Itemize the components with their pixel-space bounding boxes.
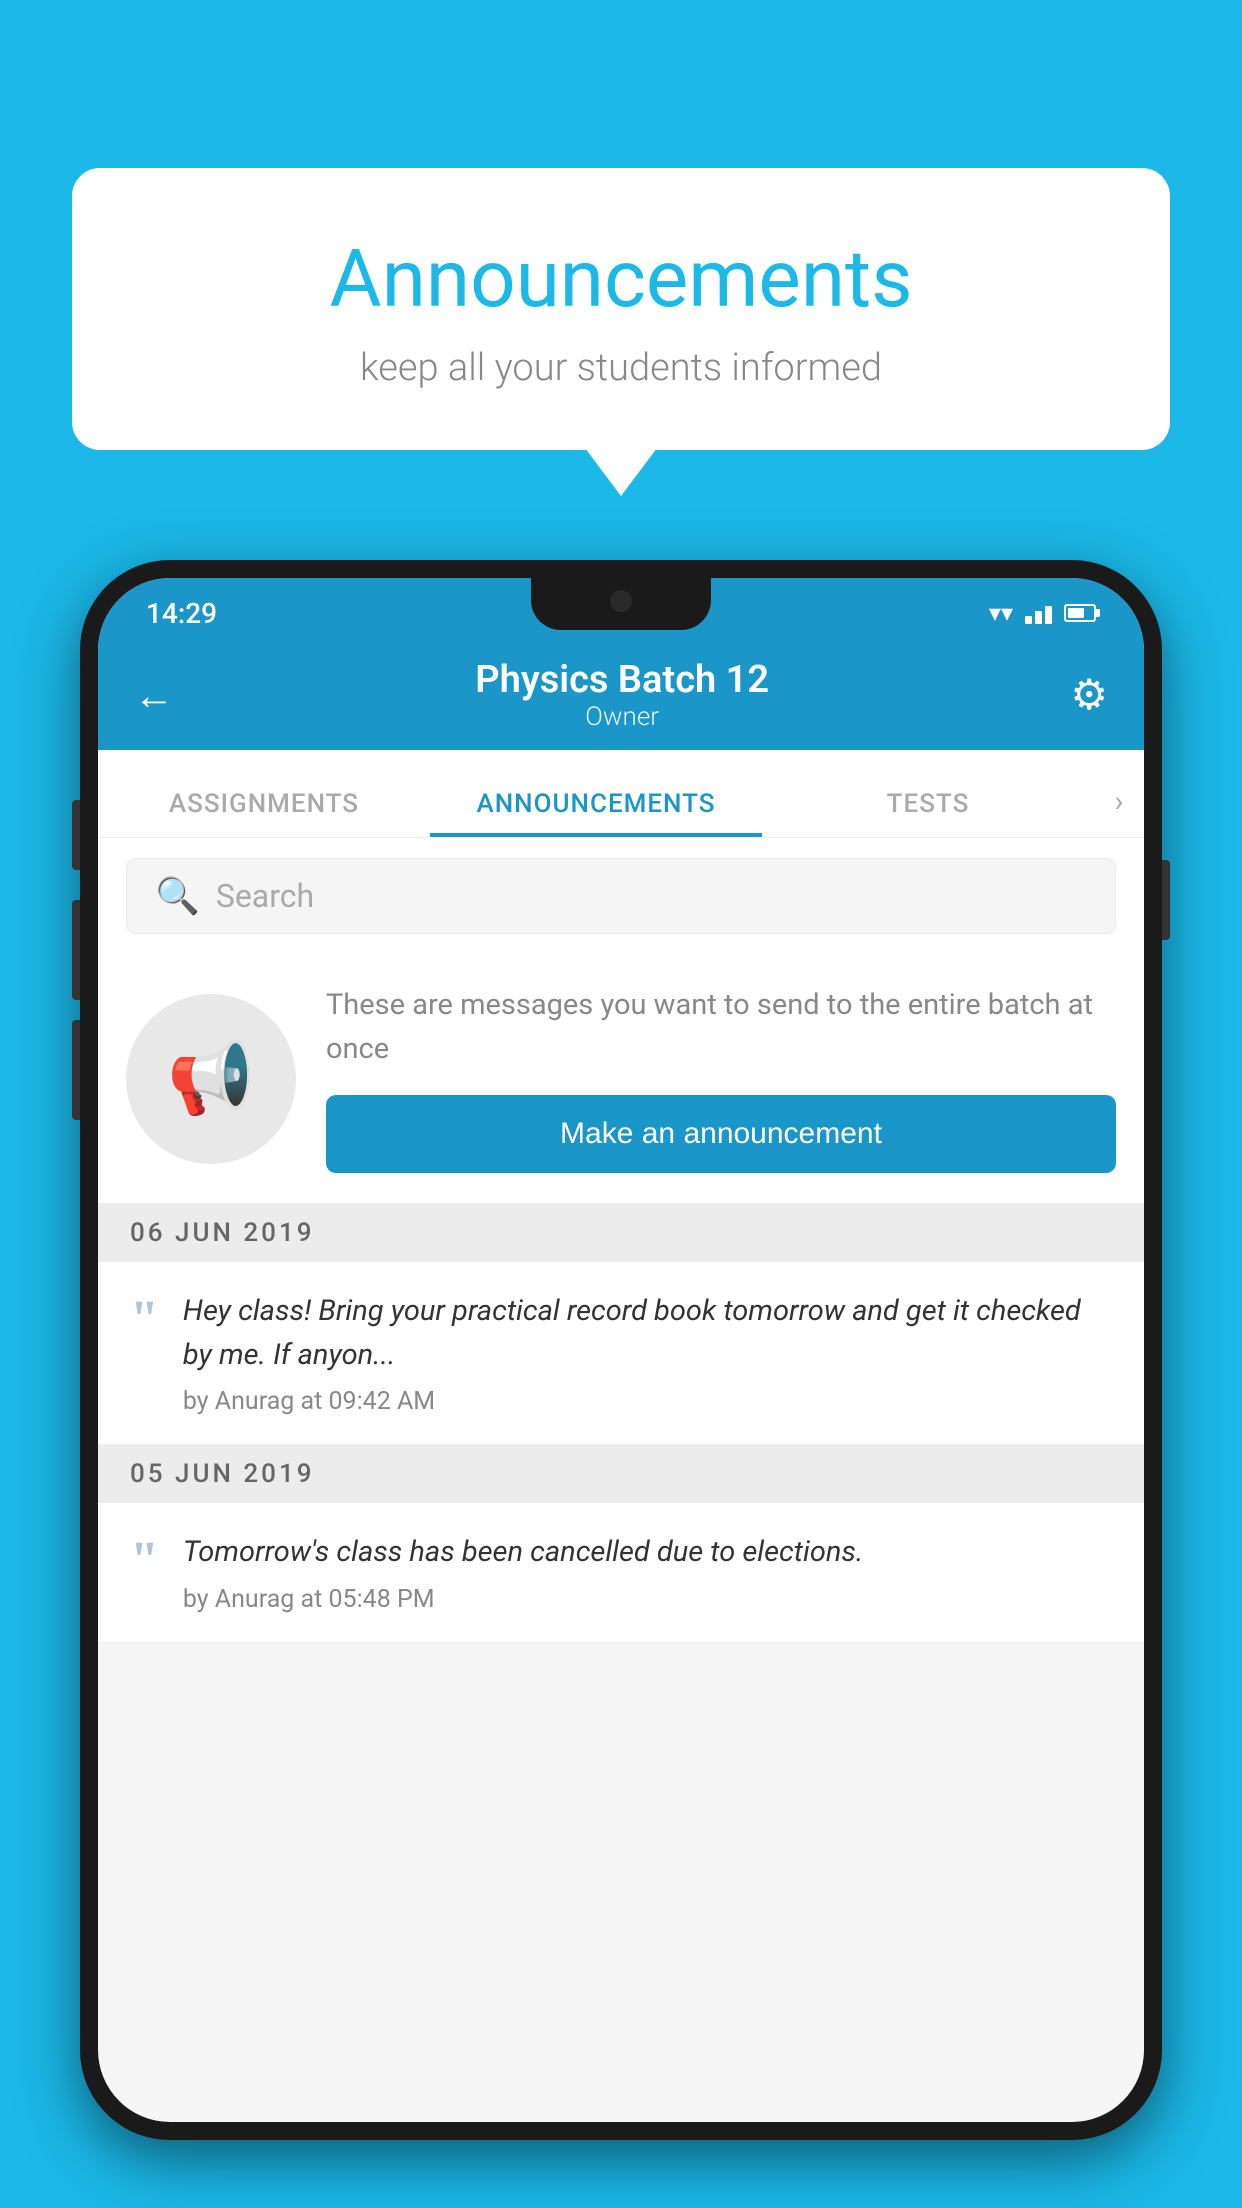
phone-notch [531, 578, 711, 630]
app-bar-center: Physics Batch 12 Owner [475, 658, 769, 732]
speech-bubble-title: Announcements [132, 232, 1110, 326]
announcement-text-2: Tomorrow's class has been cancelled due … [183, 1531, 1112, 1575]
quote-icon-1: " [130, 1294, 159, 1346]
status-time: 14:29 [146, 597, 217, 630]
announcement-text-1: Hey class! Bring your practical record b… [183, 1290, 1112, 1377]
phone-wrapper: 14:29 ▾▾ ← Physics Batch 12 [80, 560, 1162, 2208]
back-button[interactable]: ← [134, 672, 174, 719]
date-separator-1: 06 JUN 2019 [98, 1204, 1144, 1262]
power-button [1162, 860, 1170, 940]
promo-block: 📢 These are messages you want to send to… [98, 954, 1144, 1204]
settings-icon[interactable]: ⚙ [1070, 670, 1108, 720]
promo-icon-circle: 📢 [126, 994, 296, 1164]
quote-icon-2: " [130, 1535, 159, 1587]
promo-description: These are messages you want to send to t… [326, 984, 1116, 1071]
date-separator-2: 05 JUN 2019 [98, 1445, 1144, 1503]
announcement-item-2[interactable]: " Tomorrow's class has been cancelled du… [98, 1503, 1144, 1643]
wifi-icon: ▾▾ [989, 599, 1013, 627]
speech-bubble-subtitle: keep all your students informed [132, 346, 1110, 390]
promo-content: These are messages you want to send to t… [326, 984, 1116, 1173]
announcement-meta-1: by Anurag at 09:42 AM [183, 1387, 1112, 1416]
search-bar[interactable]: 🔍 Search [126, 858, 1116, 934]
tabs-bar: ASSIGNMENTS ANNOUNCEMENTS TESTS › [98, 750, 1144, 838]
speech-bubble: Announcements keep all your students inf… [72, 168, 1170, 450]
app-bar-subtitle: Owner [475, 702, 769, 732]
phone-screen: 14:29 ▾▾ ← Physics Batch 12 [98, 578, 1144, 2122]
search-input[interactable]: Search [216, 877, 314, 915]
announcement-item-1[interactable]: " Hey class! Bring your practical record… [98, 1262, 1144, 1445]
signal-icon [1025, 602, 1052, 624]
make-announcement-button[interactable]: Make an announcement [326, 1095, 1116, 1173]
volume-up-button [72, 800, 80, 870]
tab-assignments[interactable]: ASSIGNMENTS [98, 789, 430, 837]
tab-announcements[interactable]: ANNOUNCEMENTS [430, 789, 762, 837]
silent-button [72, 1020, 80, 1120]
speech-bubble-section: Announcements keep all your students inf… [72, 168, 1170, 450]
search-container: 🔍 Search [98, 838, 1144, 954]
tab-more-icon[interactable]: › [1094, 784, 1144, 837]
tab-tests[interactable]: TESTS [762, 789, 1094, 837]
announcement-meta-2: by Anurag at 05:48 PM [183, 1585, 1112, 1614]
volume-down-button [72, 900, 80, 1000]
status-icons: ▾▾ [989, 599, 1096, 627]
megaphone-icon: 📢 [167, 1038, 254, 1120]
app-bar: ← Physics Batch 12 Owner ⚙ [98, 640, 1144, 750]
phone-device: 14:29 ▾▾ ← Physics Batch 12 [80, 560, 1162, 2140]
phone-camera [610, 590, 632, 612]
announcement-content-2: Tomorrow's class has been cancelled due … [183, 1531, 1112, 1614]
app-bar-title: Physics Batch 12 [475, 658, 769, 702]
battery-icon [1064, 604, 1096, 622]
announcement-content-1: Hey class! Bring your practical record b… [183, 1290, 1112, 1416]
search-icon: 🔍 [155, 875, 200, 917]
